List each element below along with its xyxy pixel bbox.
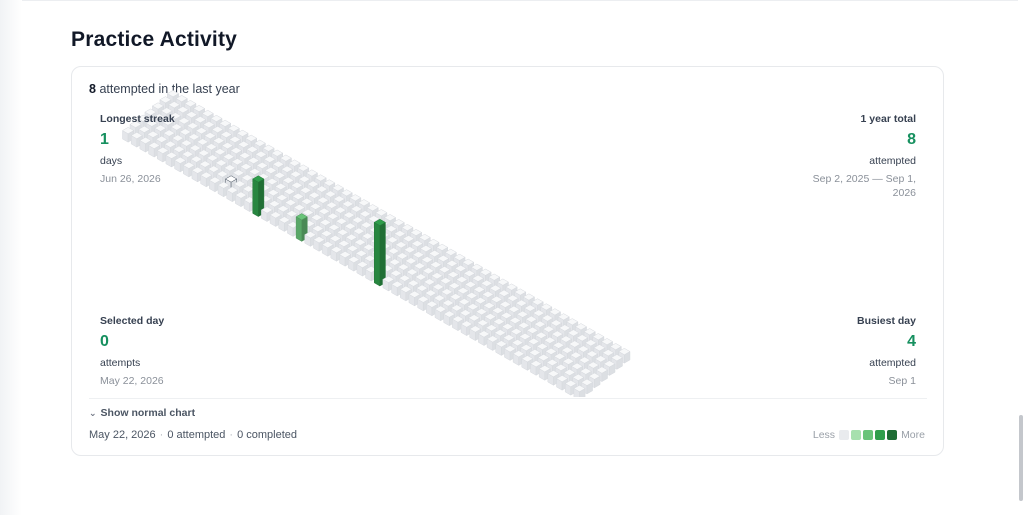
chevron-down-icon: ⌄ (89, 407, 97, 418)
footer-attempted: 0 attempted (167, 429, 226, 441)
stat-longest-streak: Longest streak 1 days Jun 26, 2026 (100, 113, 240, 186)
selected-day-details: May 22, 2026 · 0 attempted · 0 completed (89, 429, 297, 441)
stat-value: 4 (907, 333, 916, 350)
top-border (0, 0, 1024, 1)
stat-date: Jun 26, 2026 (100, 173, 161, 185)
divider (89, 398, 927, 399)
stat-unit: attempted (869, 155, 916, 167)
legend-swatch-3 (875, 430, 886, 440)
scrollbar-track[interactable] (1018, 0, 1024, 515)
legend-swatch-0 (839, 430, 850, 440)
cell-left-face (295, 216, 302, 242)
page-title: Practice Activity (71, 28, 238, 51)
stat-value: 0 (100, 333, 109, 350)
footer-completed: 0 completed (237, 429, 298, 441)
stat-date: Sep 1 (888, 375, 916, 387)
stat-label: Busiest day (857, 315, 916, 327)
cell-left-face (373, 221, 381, 287)
footer-date: May 22, 2026 (89, 429, 156, 441)
legend-swatch-4 (887, 430, 898, 440)
stat-year-total: 1 year total 8 attempted Sep 2, 2025 — S… (776, 113, 916, 200)
cell-right-face (379, 221, 386, 287)
stat-selected-day: Selected day 0 attempts May 22, 2026 (100, 315, 240, 388)
legend-more: More (901, 429, 925, 441)
legend-less: Less (812, 429, 836, 441)
activity-bar[interactable] (373, 218, 386, 287)
separator: · (229, 429, 234, 441)
stat-unit: attempts (100, 357, 141, 369)
stat-unit: days (100, 155, 123, 167)
show-normal-chart-button[interactable]: ⌄ Show normal chart (89, 407, 195, 419)
scrollbar-thumb[interactable] (1019, 415, 1023, 501)
stat-unit: attempted (869, 357, 916, 369)
cell-left-face (252, 178, 259, 217)
stat-label: 1 year total (860, 113, 916, 125)
color-legend: Less More (811, 429, 927, 441)
stat-label: Longest streak (100, 113, 175, 125)
legend-swatch-1 (851, 430, 862, 440)
stat-value: 8 (907, 131, 916, 148)
sidebar-shadow (0, 0, 22, 515)
stat-busiest-day: Busiest day 4 attempted Sep 1 (776, 315, 916, 388)
activity-card: 8 attempted in the last year Longest str… (71, 66, 944, 456)
stat-date: May 22, 2026 (100, 375, 164, 387)
stat-date: Sep 2, 2025 — Sep 1, 2026 (812, 173, 916, 199)
legend-swatch-2 (863, 430, 874, 440)
stat-value: 1 (100, 131, 109, 148)
stat-label: Selected day (100, 315, 165, 327)
separator: · (159, 429, 164, 441)
toggle-label: Show normal chart (100, 407, 196, 419)
